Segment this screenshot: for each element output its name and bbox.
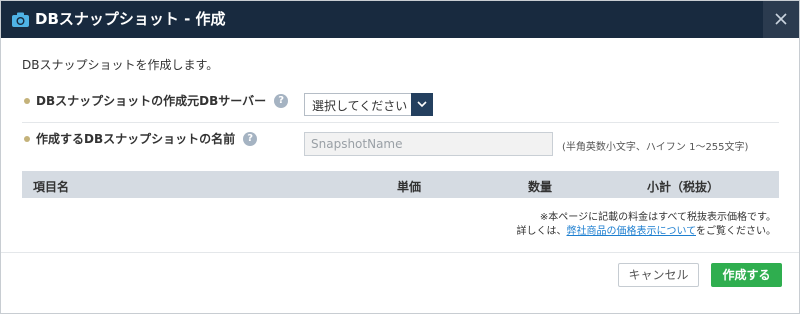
create-snapshot-dialog: DBスナップショット - 作成 DBスナップショットを作成します。 DBスナップ… xyxy=(0,0,800,314)
create-button[interactable]: 作成する xyxy=(711,263,782,287)
snapshot-name-hint: (半角英数小文字、ハイフン 1～255文字) xyxy=(562,142,749,153)
dialog-titlebar: DBスナップショット - 作成 xyxy=(1,1,799,38)
help-icon[interactable]: ? xyxy=(243,131,258,146)
price-note-prefix: 詳しくは、 xyxy=(516,226,567,237)
source-server-select[interactable]: 選択してください xyxy=(304,93,433,116)
dialog-intro-text: DBスナップショットを作成します。 xyxy=(22,58,219,72)
snapshot-name-label: 作成するDBスナップショットの名前 xyxy=(36,132,236,146)
close-icon xyxy=(775,13,787,25)
column-header-unit-price: 単価 xyxy=(397,180,422,194)
source-server-select-value: 選択してください xyxy=(312,99,408,113)
column-header-quantity: 数量 xyxy=(528,180,553,194)
column-header-subtotal: 小計（税抜） xyxy=(647,180,720,194)
source-server-label-row: DBスナップショットの作成元DBサーバー? xyxy=(24,93,289,109)
price-display-link[interactable]: 弊社商品の価格表示について xyxy=(567,226,697,237)
bullet-icon xyxy=(24,135,30,142)
footer-divider xyxy=(1,252,799,253)
snapshot-name-input[interactable] xyxy=(304,132,553,156)
bullet-icon xyxy=(24,97,30,104)
source-server-label: DBスナップショットの作成元DBサーバー xyxy=(36,94,267,108)
close-button[interactable] xyxy=(763,1,799,38)
help-icon[interactable]: ? xyxy=(274,93,289,108)
chevron-down-icon[interactable] xyxy=(411,93,433,116)
snapshot-name-label-row: 作成するDBスナップショットの名前? xyxy=(24,131,258,147)
dialog-title: DBスナップショット - 作成 xyxy=(35,10,226,28)
price-note: ※本ページに記載の料金はすべて税抜表示価格です。 xyxy=(539,212,776,223)
price-note-details: 詳しくは、弊社商品の価格表示についてをご覧ください。 xyxy=(517,222,777,237)
column-header-item: 項目名 xyxy=(33,180,70,194)
price-note-suffix: をご覧ください。 xyxy=(696,226,776,237)
row-divider xyxy=(22,122,779,123)
camera-icon xyxy=(11,10,30,29)
cancel-button[interactable]: キャンセル xyxy=(618,263,699,287)
pricing-table-header: 項目名 単価 数量 小計（税抜） xyxy=(22,171,779,198)
